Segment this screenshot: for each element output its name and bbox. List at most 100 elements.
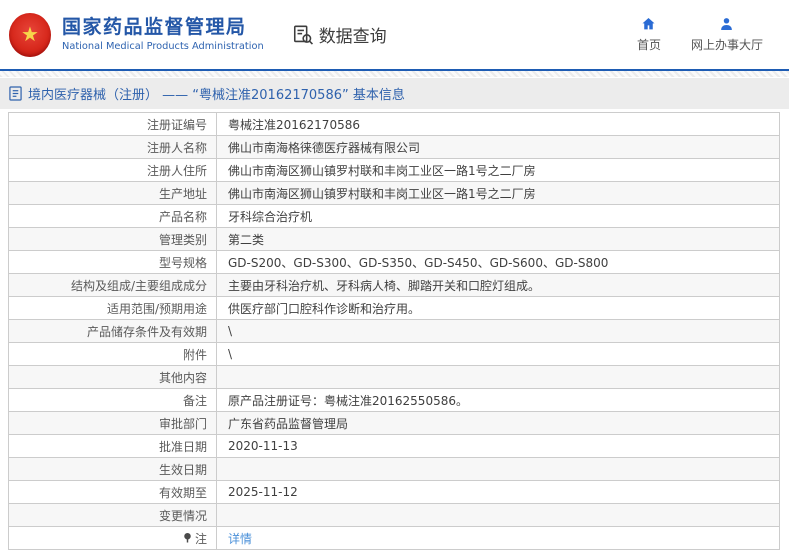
row-value-text: 主要由牙科治疗机、牙科病人椅、脚踏开关和口腔灯组成。 [228,277,540,294]
page: ★ 国家药品监督管理局 National Medical Products Ad… [0,0,789,557]
row-value-text: 粤械注准20162170586 [228,116,360,133]
row-value: 详情 [216,527,779,549]
row-label-text: 注 [195,530,207,547]
table-row: 注册人住所 佛山市南海区狮山镇罗村联和丰岗工业区一路1号之二厂房 [9,159,779,182]
row-label: 适用范围/预期用途 [9,297,216,319]
row-label-text: 有效期至 [159,484,207,501]
site-header: ★ 国家药品监督管理局 National Medical Products Ad… [0,0,789,69]
row-label: 注册证编号 [9,113,216,135]
table-row: 备注 原产品注册证号：粤械注准20162550586。 [9,389,779,412]
row-label-text: 生产地址 [159,185,207,202]
row-value-text: 供医疗部门口腔科作诊断和治疗用。 [228,300,420,317]
row-value: 2020-11-13 [216,435,779,457]
row-value-text: 原产品注册证号：粤械注准20162550586。 [228,392,468,409]
row-label-text: 变更情况 [159,507,207,524]
row-value-text: \ [228,324,232,338]
brand-text: 国家药品监督管理局 National Medical Products Admi… [62,17,264,52]
row-label-text: 附件 [183,346,207,363]
document-search-icon [292,24,314,46]
site-title: 国家药品监督管理局 [62,17,264,38]
row-label-text: 注册人名称 [147,139,207,156]
national-emblem-icon: ★ [9,13,51,57]
row-value-text: 2020-11-13 [228,439,298,453]
row-label-text: 备注 [183,392,207,409]
row-value-text: 第二类 [228,231,264,248]
row-label-text: 审批部门 [159,415,207,432]
row-value [216,458,779,480]
table-row: 产品储存条件及有效期 \ [9,320,779,343]
row-value: 原产品注册证号：粤械注准20162550586。 [216,389,779,411]
row-value: GD-S200、GD-S300、GD-S350、GD-S450、GD-S600、… [216,251,779,273]
table-row: 批准日期 2020-11-13 [9,435,779,458]
home-icon [640,16,657,32]
nav-home[interactable]: 首页 [637,16,661,53]
detail-link[interactable]: 详情 [228,530,252,547]
table-row: 其他内容 [9,366,779,389]
site-subtitle: National Medical Products Administration [62,41,264,52]
row-value [216,504,779,526]
row-label: 产品名称 [9,205,216,227]
row-value: 第二类 [216,228,779,250]
row-label: 结构及组成/主要组成成分 [9,274,216,296]
row-label: 附件 [9,343,216,365]
row-label: 产品储存条件及有效期 [9,320,216,342]
user-icon [718,16,735,32]
data-query-nav[interactable]: 数据查询 [292,22,387,47]
row-value: \ [216,320,779,342]
table-row: 适用范围/预期用途 供医疗部门口腔科作诊断和治疗用。 [9,297,779,320]
row-label: 备注 [9,389,216,411]
row-value: 供医疗部门口腔科作诊断和治疗用。 [216,297,779,319]
row-value: 牙科综合治疗机 [216,205,779,227]
table-row: 结构及组成/主要组成成分 主要由牙科治疗机、牙科病人椅、脚踏开关和口腔灯组成。 [9,274,779,297]
row-label: 注 [9,527,216,549]
pin-icon [183,532,192,544]
nav-home-label: 首页 [637,36,661,53]
row-label: 变更情况 [9,504,216,526]
row-value-text: 佛山市南海区狮山镇罗村联和丰岗工业区一路1号之二厂房 [228,162,536,179]
row-label: 其他内容 [9,366,216,388]
row-label-text: 适用范围/预期用途 [107,300,207,317]
table-row: 有效期至 2025-11-12 [9,481,779,504]
row-value-text: 2025-11-12 [228,485,298,499]
row-value-text: 广东省药品监督管理局 [228,415,348,432]
row-value-text: 佛山市南海格徕德医疗器械有限公司 [228,139,420,156]
info-table: 注册证编号 粤械注准20162170586 注册人名称 佛山市南海格徕德医疗器械… [8,112,780,550]
row-value-text: 牙科综合治疗机 [228,208,312,225]
row-value-text: 佛山市南海区狮山镇罗村联和丰岗工业区一路1号之二厂房 [228,185,536,202]
row-value-text: \ [228,347,232,361]
table-row: 变更情况 [9,504,779,527]
row-value [216,366,779,388]
row-label-text: 管理类别 [159,231,207,248]
row-value: 佛山市南海格徕德医疗器械有限公司 [216,136,779,158]
data-query-label: 数据查询 [319,22,387,47]
hatch-strip [0,71,789,77]
row-label-text: 注册人住所 [147,162,207,179]
nmpa-logo[interactable]: ★ 国家药品监督管理局 National Medical Products Ad… [9,13,264,57]
page-icon [9,86,22,101]
row-label: 注册人名称 [9,136,216,158]
row-value: 佛山市南海区狮山镇罗村联和丰岗工业区一路1号之二厂房 [216,182,779,204]
table-row: 生效日期 [9,458,779,481]
row-label-text: 生效日期 [159,461,207,478]
breadcrumb-text: 境内医疗器械（注册） —— “粤械注准20162170586” 基本信息 [28,84,405,103]
row-value: 主要由牙科治疗机、牙科病人椅、脚踏开关和口腔灯组成。 [216,274,779,296]
row-label: 有效期至 [9,481,216,503]
row-label-text: 产品名称 [159,208,207,225]
header-nav: 首页 网上办事大厅 [637,16,789,53]
row-label-text: 型号规格 [159,254,207,271]
row-label: 批准日期 [9,435,216,457]
row-value: \ [216,343,779,365]
row-label: 型号规格 [9,251,216,273]
table-row: 管理类别 第二类 [9,228,779,251]
row-value: 佛山市南海区狮山镇罗村联和丰岗工业区一路1号之二厂房 [216,159,779,181]
row-label-text: 注册证编号 [147,116,207,133]
table-row: 审批部门 广东省药品监督管理局 [9,412,779,435]
nav-service-hall[interactable]: 网上办事大厅 [691,16,763,53]
row-value: 广东省药品监督管理局 [216,412,779,434]
row-label: 注册人住所 [9,159,216,181]
emblem-star-icon: ★ [21,24,39,44]
row-label-text: 结构及组成/主要组成成分 [71,277,207,294]
row-label: 生产地址 [9,182,216,204]
row-label: 管理类别 [9,228,216,250]
table-row: 型号规格 GD-S200、GD-S300、GD-S350、GD-S450、GD-… [9,251,779,274]
